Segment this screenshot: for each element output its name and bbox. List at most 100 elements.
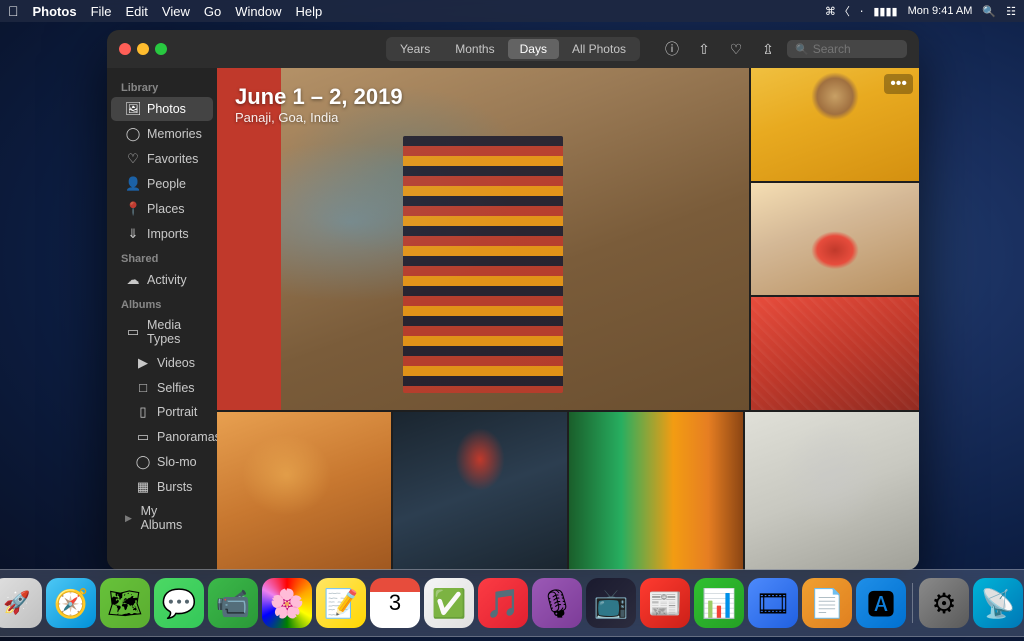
imports-icon: ⇓: [125, 226, 141, 242]
dock-item-pages[interactable]: 📄: [802, 578, 852, 628]
tab-all-photos[interactable]: All Photos: [560, 39, 638, 59]
tab-days[interactable]: Days: [508, 39, 559, 59]
dock-item-facetime[interactable]: 📹: [208, 578, 258, 628]
slo-mo-icon: ◯: [135, 454, 151, 470]
view-tabs: Years Months Days All Photos: [386, 37, 640, 61]
menu-window[interactable]: Window: [235, 4, 281, 19]
search-icon[interactable]: 🔍: [982, 5, 996, 18]
photo-area: June 1 – 2, 2019 Panaji, Goa, India •••: [217, 68, 919, 570]
minimize-button[interactable]: [137, 43, 149, 55]
sidebar-item-videos[interactable]: ▶ Videos: [111, 351, 213, 375]
more-button[interactable]: •••: [884, 74, 913, 94]
search-box[interactable]: 🔍: [787, 40, 907, 58]
sidebar-item-selfies[interactable]: □ Selfies: [111, 376, 213, 399]
sidebar-item-favorites[interactable]: ♡ Favorites: [111, 147, 213, 171]
window-controls: [119, 43, 167, 55]
menu-view[interactable]: View: [162, 4, 190, 19]
bottom-photo-3[interactable]: [569, 412, 743, 570]
dock-item-numbers[interactable]: 📊: [694, 578, 744, 628]
photos-window: Years Months Days All Photos ⓘ ⇧ ♡ ⇫ 🔍 L…: [107, 30, 919, 570]
sidebar-item-memories[interactable]: ◯ Memories: [111, 122, 213, 146]
dock-item-notes[interactable]: 📝: [316, 578, 366, 628]
dock-item-reminders[interactable]: ✅: [424, 578, 474, 628]
tab-years[interactable]: Years: [388, 39, 442, 59]
menu-file[interactable]: File: [91, 4, 112, 19]
favorites-icon: ♡: [125, 151, 141, 167]
upload-button[interactable]: ⇧: [691, 36, 717, 62]
dock-item-photos[interactable]: 🌸: [262, 578, 312, 628]
videos-icon: ▶: [135, 355, 151, 371]
dock-item-airdrop[interactable]: 📡: [973, 578, 1023, 628]
media-types-icon: ▭: [125, 324, 141, 340]
right-photos: •••: [749, 68, 919, 410]
dock-item-appstore[interactable]: 🅰: [856, 578, 906, 628]
dock-item-calendar[interactable]: 3: [370, 578, 420, 628]
memories-icon: ◯: [125, 126, 141, 142]
apple-menu[interactable]: : [8, 3, 19, 19]
close-button[interactable]: [119, 43, 131, 55]
bottom-photo-1[interactable]: [217, 412, 391, 570]
sidebar-item-slo-mo[interactable]: ◯ Slo-mo: [111, 450, 213, 474]
library-section-label: Library: [107, 76, 217, 96]
sidebar-item-people[interactable]: 👤 People: [111, 172, 213, 196]
sidebar-item-bursts[interactable]: ▦ Bursts: [111, 475, 213, 499]
menubar-left:  Photos File Edit View Go Window Help: [8, 3, 322, 19]
sidebar: Library 🖼 Photos ◯ Memories ♡ Favorites …: [107, 68, 217, 570]
dock-item-podcasts[interactable]: 🎙: [532, 578, 582, 628]
right-photo-1[interactable]: •••: [751, 68, 919, 181]
right-photo-2[interactable]: [751, 183, 919, 296]
favorite-button[interactable]: ♡: [723, 36, 749, 62]
dock-item-keynote[interactable]: 🎞: [748, 578, 798, 628]
menu-edit[interactable]: Edit: [126, 4, 148, 19]
bottom-photo-2[interactable]: [393, 412, 567, 570]
user-icon[interactable]: ☷: [1006, 5, 1016, 18]
activity-icon: ☁: [125, 272, 141, 288]
dock-item-syspreferences[interactable]: ⚙: [919, 578, 969, 628]
bursts-icon: ▦: [135, 479, 151, 495]
photo-location: Panaji, Goa, India: [235, 110, 403, 125]
sidebar-item-media-types[interactable]: ▭ Media Types: [111, 314, 213, 350]
menu-help[interactable]: Help: [295, 4, 322, 19]
dock-item-tv[interactable]: 📺: [586, 578, 636, 628]
people-icon: 👤: [125, 176, 141, 192]
dock: 🗂 🚀 🧭 🗺 💬 📹 🌸 📝 3 ✅ 🎵 🎙 📺 📰 📊 🎞 📄 🅰 ⚙ 📡 …: [0, 569, 1024, 637]
bluetooth-icon: ⋅: [860, 5, 864, 18]
shared-section-label: Shared: [107, 247, 217, 267]
selfies-icon: □: [135, 380, 151, 395]
info-button[interactable]: ⓘ: [659, 36, 685, 62]
dock-item-launchpad[interactable]: 🚀: [0, 578, 42, 628]
search-input[interactable]: [813, 42, 903, 56]
datetime: Mon 9:41 AM: [908, 5, 973, 17]
menu-go[interactable]: Go: [204, 4, 221, 19]
sidebar-item-my-albums[interactable]: ▶ My Albums: [111, 500, 213, 536]
sidebar-item-imports[interactable]: ⇓ Imports: [111, 222, 213, 246]
right-photo-3[interactable]: [751, 297, 919, 410]
search-icon-small: 🔍: [795, 43, 809, 56]
main-content: Library 🖼 Photos ◯ Memories ♡ Favorites …: [107, 68, 919, 570]
sidebar-item-places[interactable]: 📍 Places: [111, 197, 213, 221]
tab-months[interactable]: Months: [443, 39, 506, 59]
wifi-icon: ⌘ 〈: [825, 3, 850, 19]
my-albums-disclosure-icon: ▶: [125, 513, 135, 523]
bottom-photo-4[interactable]: [745, 412, 919, 570]
sidebar-item-panoramas[interactable]: ▭ Panoramas: [111, 425, 213, 449]
main-photo[interactable]: June 1 – 2, 2019 Panaji, Goa, India: [217, 68, 749, 410]
maximize-button[interactable]: [155, 43, 167, 55]
titlebar: Years Months Days All Photos ⓘ ⇧ ♡ ⇫ 🔍: [107, 30, 919, 68]
dock-item-messages[interactable]: 💬: [154, 578, 204, 628]
dock-item-news[interactable]: 📰: [640, 578, 690, 628]
photos-icon: 🖼: [125, 101, 141, 117]
dock-item-safari[interactable]: 🧭: [46, 578, 96, 628]
places-icon: 📍: [125, 201, 141, 217]
photo-date-overlay: June 1 – 2, 2019 Panaji, Goa, India: [235, 84, 403, 125]
share-button[interactable]: ⇫: [755, 36, 781, 62]
sidebar-item-portrait[interactable]: ▯ Portrait: [111, 400, 213, 424]
photo-grid: June 1 – 2, 2019 Panaji, Goa, India •••: [217, 68, 919, 570]
menu-app-name[interactable]: Photos: [33, 4, 77, 19]
sidebar-item-photos[interactable]: 🖼 Photos: [111, 97, 213, 121]
portrait-icon: ▯: [135, 404, 151, 420]
dock-item-maps[interactable]: 🗺: [100, 578, 150, 628]
dock-item-music[interactable]: 🎵: [478, 578, 528, 628]
menubar:  Photos File Edit View Go Window Help ⌘…: [0, 0, 1024, 22]
sidebar-item-activity[interactable]: ☁ Activity: [111, 268, 213, 292]
